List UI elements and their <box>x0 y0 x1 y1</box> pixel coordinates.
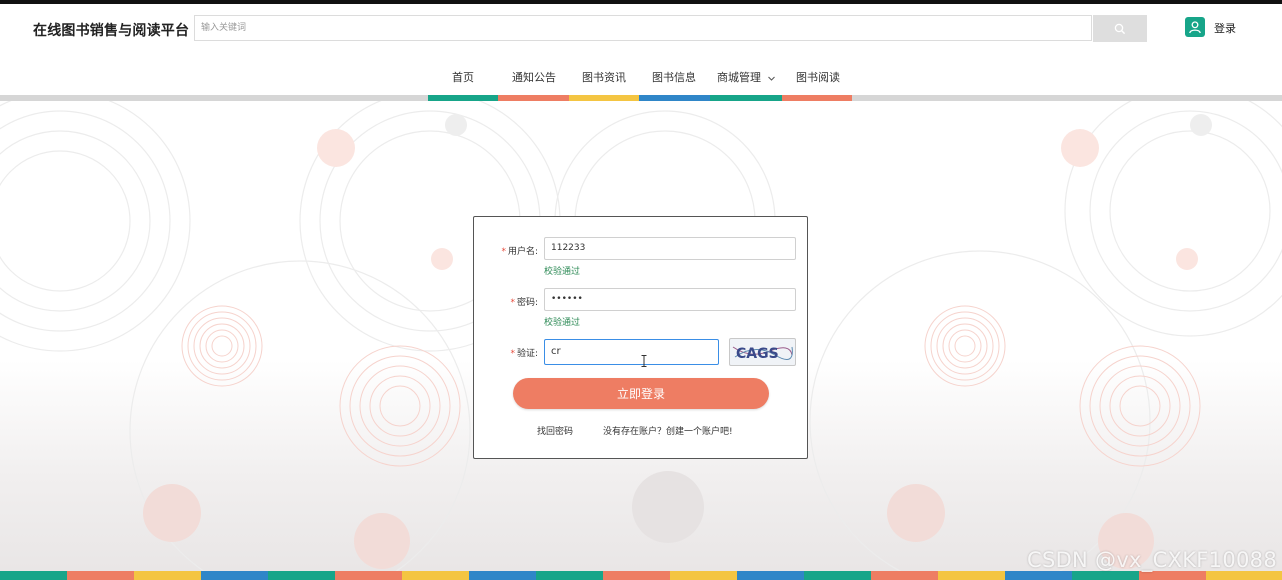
search-button[interactable] <box>1093 15 1147 42</box>
password-validation-message: 校验通过 <box>544 318 581 328</box>
footer-strip-segment <box>67 571 134 580</box>
login-panel: * 用户名: 112233 校验通过 * 密码: •••••• 校验通过 * 验证: … <box>473 216 808 459</box>
footer-strip-segment <box>268 571 335 580</box>
watermark: CSDN @vx_CXKF10088 <box>1026 548 1277 572</box>
user-icon[interactable] <box>1185 17 1205 37</box>
username-field[interactable]: 112233 <box>544 237 796 260</box>
site-header: 在线图书销售与阅读平台 登录 首页 通知公告 图书资讯 图书信息 商城管理 图书… <box>0 4 1282 96</box>
search-box <box>194 15 1092 41</box>
forgot-password-link[interactable]: 找回密码 <box>537 424 573 437</box>
footer-strip-segment <box>871 571 938 580</box>
captcha-image[interactable]: CAGS <box>729 338 796 366</box>
login-submit-button[interactable]: 立即登录 <box>513 378 769 409</box>
footer-strip-segment <box>1206 571 1282 580</box>
password-field[interactable]: •••••• <box>544 288 796 311</box>
password-label: * 密码: <box>510 298 538 308</box>
footer-strip-segment <box>804 571 871 580</box>
footer-strip-segment <box>1005 571 1072 580</box>
nav-item-notices[interactable]: 通知公告 <box>512 69 556 85</box>
footer-strip-segment <box>938 571 1005 580</box>
text-cursor-icon <box>641 355 647 367</box>
site-title: 在线图书销售与阅读平台 <box>33 23 190 39</box>
footer-strip-segment <box>134 571 201 580</box>
nav-item-mall-management[interactable]: 商城管理 <box>717 69 776 85</box>
chevron-down-icon <box>767 76 775 81</box>
footer-strip-segment <box>603 571 670 580</box>
search-icon <box>1114 23 1126 34</box>
nav-item-book-info[interactable]: 图书信息 <box>652 69 696 85</box>
footer-strip-segment <box>0 571 67 580</box>
username-label: * 用户名: <box>501 247 538 257</box>
footer-strip-segment <box>469 571 536 580</box>
nav-item-home[interactable]: 首页 <box>452 69 474 85</box>
nav-item-book-news[interactable]: 图书资讯 <box>582 69 626 85</box>
header-login-link[interactable]: 登录 <box>1214 20 1236 36</box>
main-nav: 首页 通知公告 图书资讯 图书信息 商城管理 图书阅读 <box>0 69 1282 89</box>
footer-strip-segment <box>670 571 737 580</box>
footer-strip-segment <box>402 571 469 580</box>
nav-item-book-reading[interactable]: 图书阅读 <box>796 69 840 85</box>
username-validation-message: 校验通过 <box>544 267 581 277</box>
footer-strip-segment <box>1139 571 1206 580</box>
captcha-field[interactable]: cr <box>544 339 719 365</box>
footer-strip-segment <box>335 571 402 580</box>
captcha-graphic: CAGS <box>732 346 793 362</box>
captcha-label: * 验证: <box>510 349 538 359</box>
user-avatar-icon <box>1189 21 1201 34</box>
footer-strip-segment <box>1072 571 1139 580</box>
search-input[interactable] <box>195 16 1091 40</box>
footer-strip-segment <box>536 571 603 580</box>
nav-item-mall-management-label: 商城管理 <box>717 71 761 84</box>
footer-strip-segment <box>201 571 268 580</box>
footer-color-strip <box>0 571 1282 580</box>
footer-strip-segment <box>737 571 804 580</box>
captcha-text: CAGS <box>736 346 779 362</box>
register-link[interactable]: 没有存在账户？创建一个账户吧! <box>603 424 733 437</box>
